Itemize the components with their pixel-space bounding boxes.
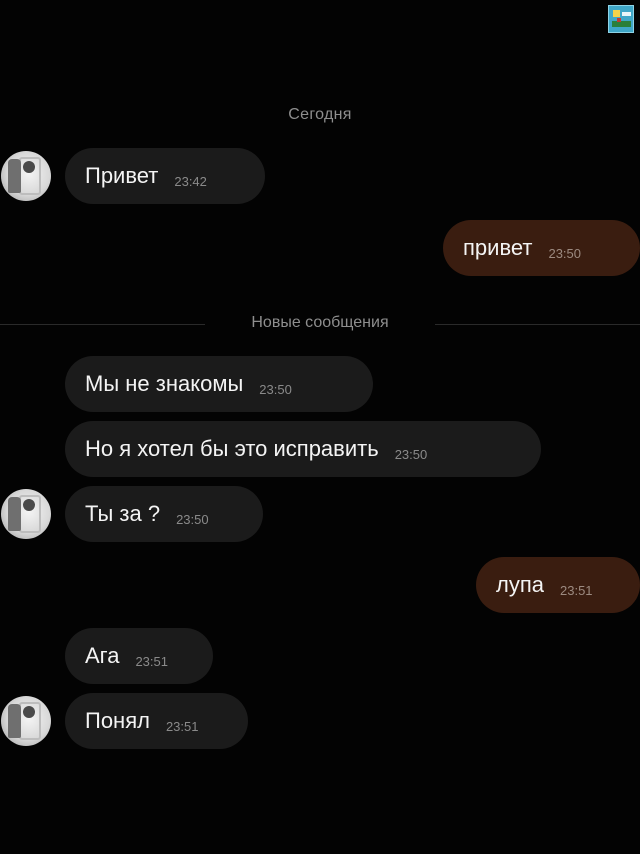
date-separator: Сегодня: [288, 106, 352, 123]
message-time: 23:51: [135, 653, 168, 669]
new-messages-separator: Новые сообщения: [0, 314, 640, 334]
message-time: 23:51: [165, 718, 199, 734]
incoming-message[interactable]: Ты за ? 23:50: [65, 486, 263, 542]
message-time: 23:51: [560, 582, 593, 598]
new-messages-label: Новые сообщения: [251, 314, 389, 331]
message-text: Ты за ?: [85, 501, 161, 526]
incoming-message[interactable]: Привет 23:42: [65, 148, 265, 204]
corner-badge-icon: [608, 5, 634, 33]
contact-avatar[interactable]: [1, 151, 51, 201]
message-time: 23:50: [259, 381, 292, 397]
incoming-message[interactable]: Понял 23:51: [65, 693, 248, 749]
message-text: Понял: [85, 708, 150, 733]
message-text: Привет: [85, 163, 159, 188]
message-time: 23:50: [176, 511, 209, 527]
incoming-message[interactable]: Ага 23:51: [65, 628, 213, 684]
message-text: лупа: [496, 572, 544, 597]
outgoing-message[interactable]: привет 23:50: [443, 220, 640, 276]
contact-avatar[interactable]: [1, 489, 51, 539]
message-time: 23:50: [548, 245, 582, 261]
message-text: привет: [463, 235, 533, 260]
message-text: Мы не знакомы: [85, 371, 244, 396]
outgoing-message[interactable]: лупа 23:51: [476, 557, 640, 613]
divider: [435, 324, 640, 325]
message-text: Ага: [85, 643, 120, 668]
incoming-message[interactable]: Мы не знакомы 23:50: [65, 356, 373, 412]
message-time: 23:50: [394, 446, 428, 462]
incoming-message[interactable]: Но я хотел бы это исправить 23:50: [65, 421, 541, 477]
message-time: 23:42: [174, 173, 207, 189]
contact-avatar[interactable]: [1, 696, 51, 746]
message-text: Но я хотел бы это исправить: [85, 436, 379, 461]
